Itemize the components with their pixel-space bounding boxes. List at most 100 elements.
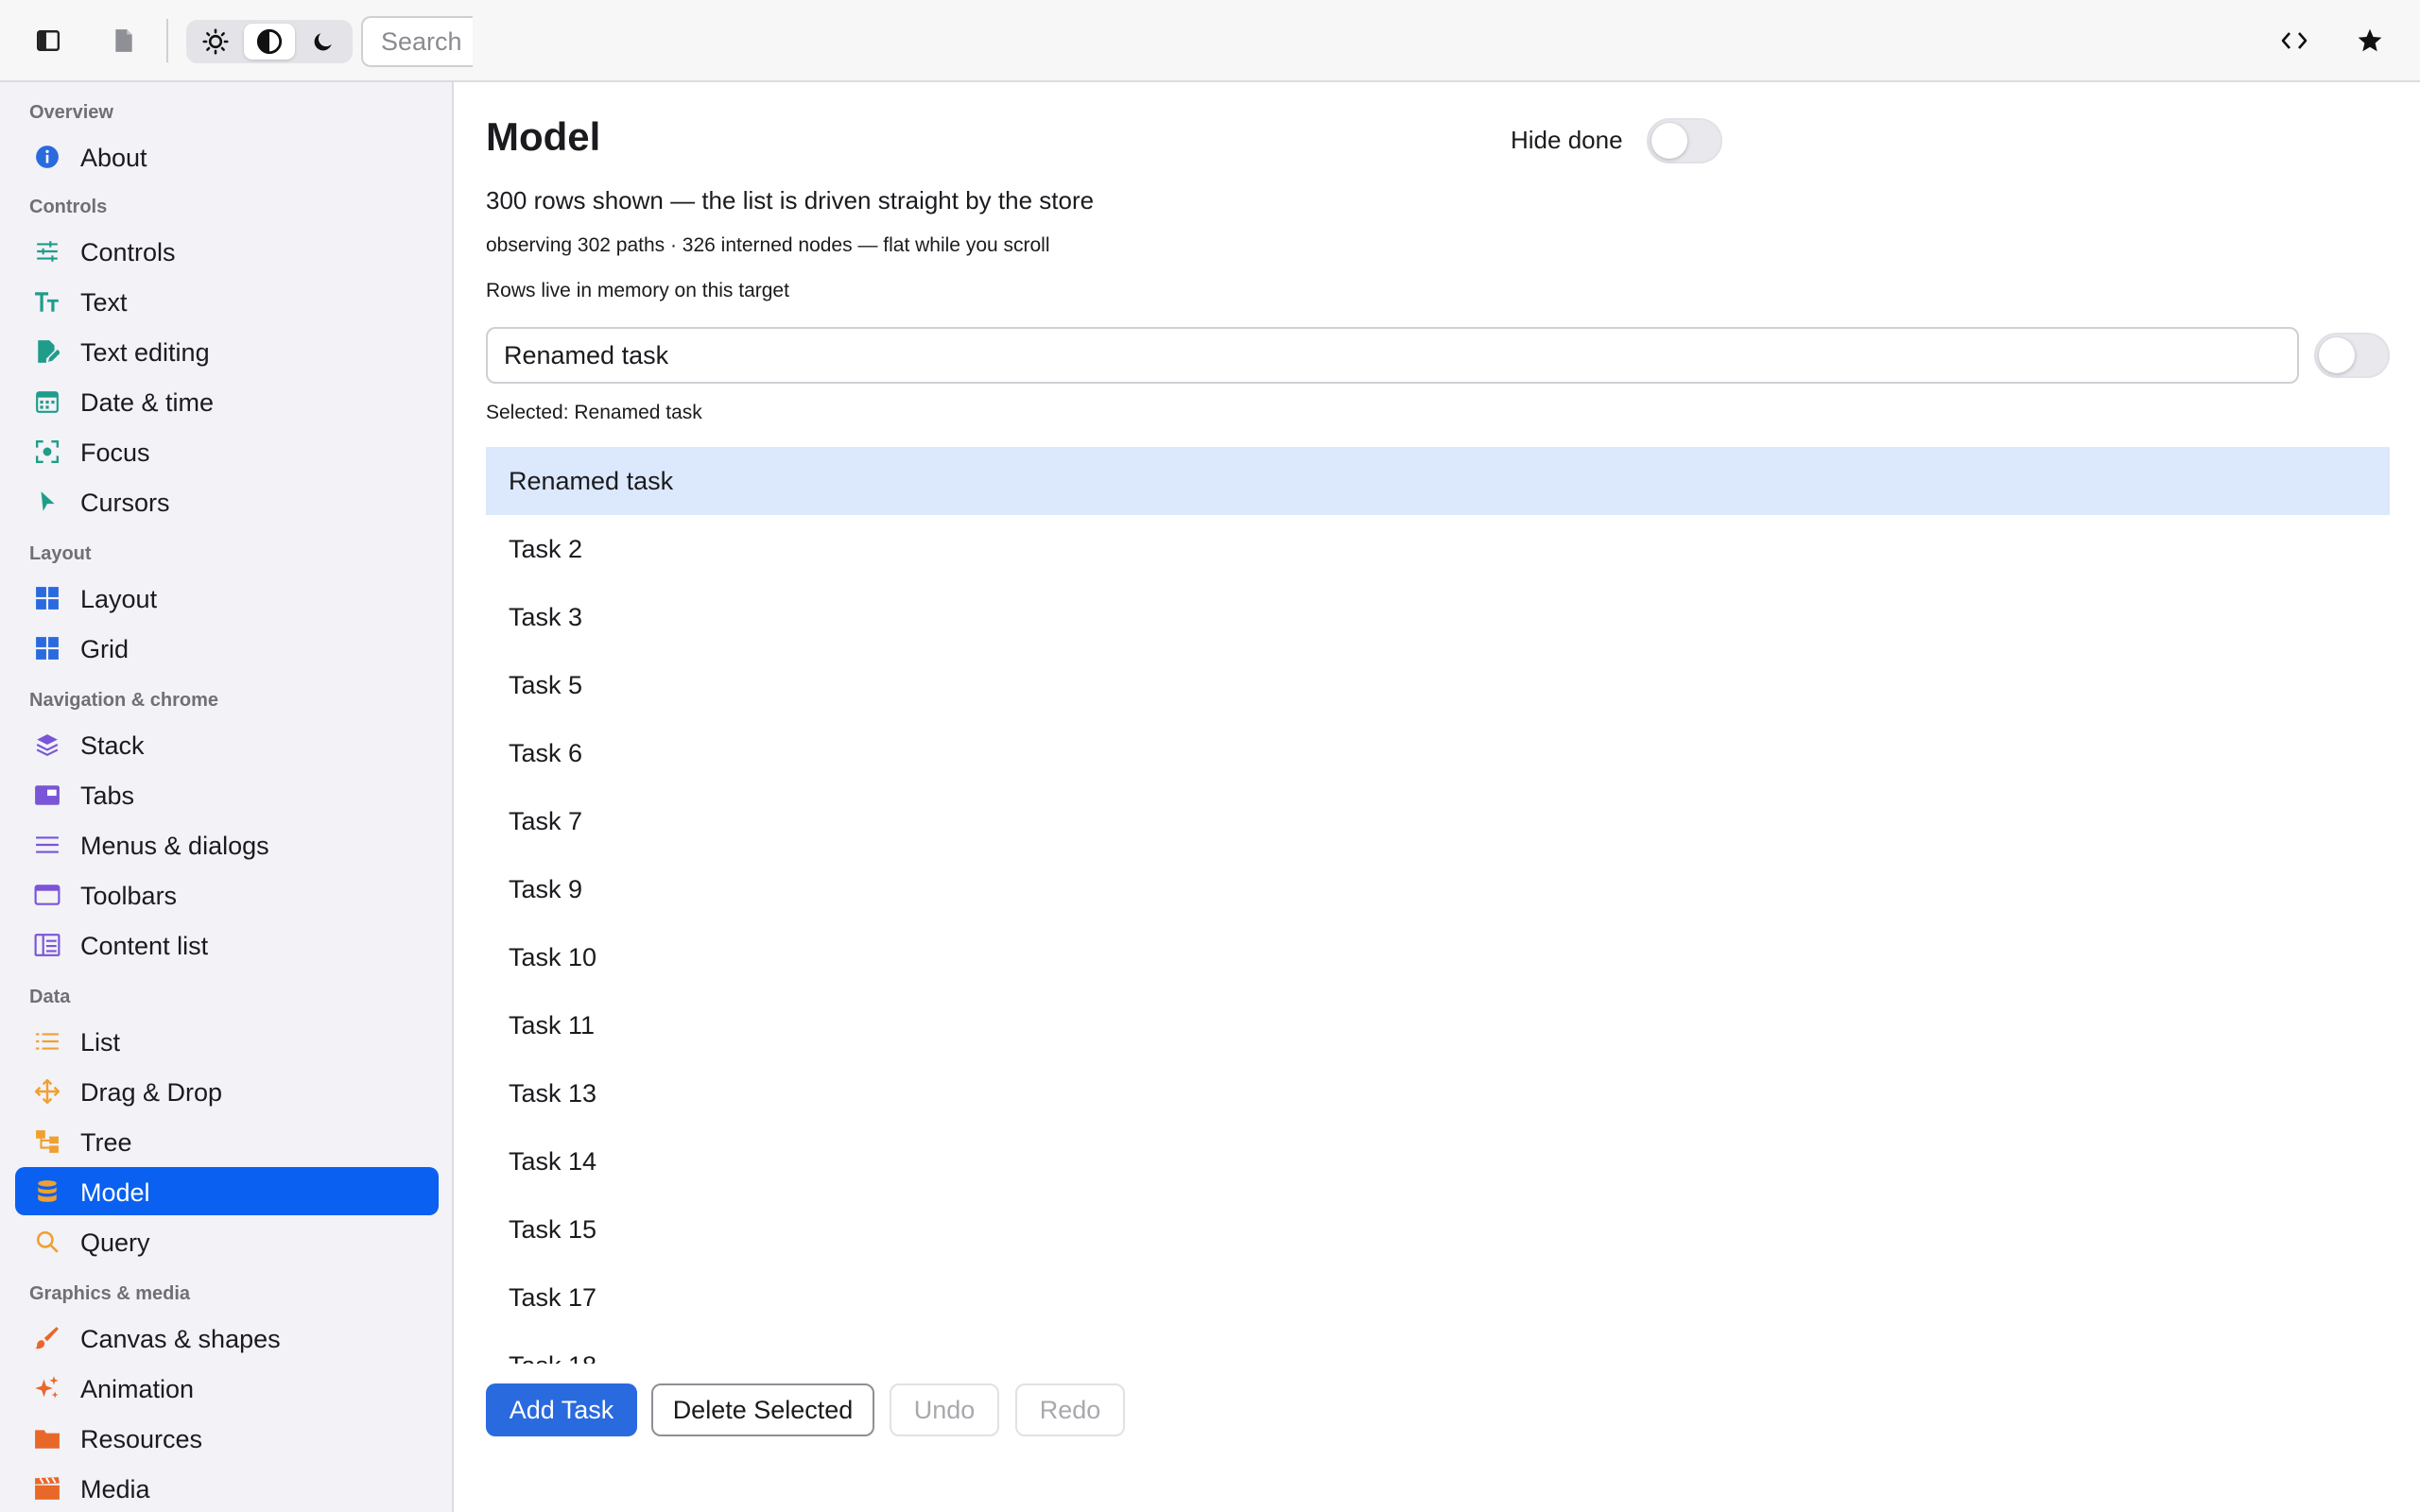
list-item[interactable]: Task 5 [486, 651, 2390, 719]
sidebar-item-label: Stack [80, 731, 145, 760]
contrast-icon [256, 28, 283, 55]
undo-button[interactable]: Undo [890, 1383, 999, 1436]
cursor-icon [34, 489, 60, 515]
sidebar: Overview About Controls Controls Text Te… [0, 82, 454, 1512]
sidebar-item-label: Animation [80, 1375, 195, 1403]
main-content: Model Hide done 300 rows shown — the lis… [456, 82, 2420, 1512]
redo-button[interactable]: Redo [1015, 1383, 1125, 1436]
sidebar-item-model[interactable]: Model [15, 1167, 439, 1215]
sidebar-item-query[interactable]: Query [15, 1217, 439, 1265]
task-list[interactable]: Renamed task Task 2 Task 3 Task 5 Task 6… [486, 447, 2390, 1364]
section-navigation-chrome: Navigation & chrome [29, 690, 219, 711]
sparkles-icon [34, 1375, 60, 1401]
sidebar-item-date-time[interactable]: Date & time [15, 377, 439, 425]
sidebar-item-cursors[interactable]: Cursors [15, 477, 439, 525]
sidebar-item-label: Query [80, 1228, 150, 1257]
list-item[interactable]: Task 9 [486, 855, 2390, 923]
tabs-icon [34, 782, 60, 808]
sidebar-item-label: Grid [80, 635, 130, 663]
calendar-icon [34, 388, 60, 415]
favorite-button[interactable] [2342, 13, 2397, 68]
theme-auto-button[interactable] [244, 24, 295, 60]
list-item[interactable]: Task 15 [486, 1195, 2390, 1263]
list-item[interactable]: Task 2 [486, 515, 2390, 583]
hide-done-label: Hide done [1511, 126, 1623, 154]
sidebar-item-resources[interactable]: Resources [15, 1414, 439, 1462]
theme-switcher [186, 20, 353, 63]
sidebar-item-about[interactable]: About [15, 132, 439, 180]
menu-icon [34, 832, 60, 858]
section-layout: Layout [29, 543, 92, 564]
list-item[interactable]: Task 10 [486, 923, 2390, 991]
list-item[interactable]: Task 17 [486, 1263, 2390, 1332]
sidebar-item-label: Layout [80, 585, 158, 613]
document-button[interactable] [96, 13, 151, 68]
add-task-button[interactable]: Add Task [486, 1383, 637, 1436]
list-item[interactable]: Task 18 [486, 1332, 2390, 1365]
list-item[interactable]: Task 6 [486, 719, 2390, 787]
sidebar-item-menus-dialogs[interactable]: Menus & dialogs [15, 820, 439, 868]
section-data: Data [29, 987, 71, 1007]
task-done-toggle[interactable] [2314, 333, 2390, 378]
sidebar-item-label: Tree [80, 1128, 132, 1157]
section-overview: Overview [29, 102, 113, 123]
sidebar-item-label: List [80, 1028, 121, 1057]
view-source-button[interactable] [2267, 13, 2322, 68]
sidebar-item-drag-drop[interactable]: Drag & Drop [15, 1067, 439, 1115]
sidebar-item-focus[interactable]: Focus [15, 427, 439, 475]
list-item[interactable]: Renamed task [486, 447, 2390, 515]
sidebar-item-label: Focus [80, 438, 150, 467]
delete-selected-button[interactable]: Delete Selected [651, 1383, 874, 1436]
sidebar-item-content-list[interactable]: Content list [15, 920, 439, 969]
info-icon [34, 144, 60, 170]
columns-icon [34, 932, 60, 958]
sidebar-item-label: Media [80, 1475, 150, 1503]
code-icon [2281, 32, 2308, 49]
sidebar-item-label: Text [80, 288, 128, 317]
sidebar-item-toolbars[interactable]: Toolbars [15, 870, 439, 919]
sidebar-item-label: Text editing [80, 338, 210, 367]
rows-summary: 300 rows shown — the list is driven stra… [486, 186, 1095, 215]
grid-icon [34, 635, 60, 662]
edit-document-icon [34, 338, 60, 365]
sidebar-item-label: About [80, 144, 147, 172]
task-name-input[interactable] [486, 327, 2299, 384]
search-input[interactable] [361, 16, 473, 67]
sidebar-item-stack[interactable]: Stack [15, 720, 439, 768]
sidebar-item-list[interactable]: List [15, 1017, 439, 1065]
clapper-icon [34, 1475, 60, 1502]
star-icon [2358, 28, 2382, 52]
layout-grid-icon [34, 585, 60, 611]
sidebar-item-label: Cursors [80, 489, 170, 517]
focus-icon [34, 438, 60, 465]
sidebar-item-tree[interactable]: Tree [15, 1117, 439, 1165]
sidebar-item-tabs[interactable]: Tabs [15, 770, 439, 818]
sidebar-item-text[interactable]: Text [15, 277, 439, 325]
list-icon [34, 1028, 60, 1055]
theme-light-button[interactable] [190, 24, 241, 60]
list-item[interactable]: Task 11 [486, 991, 2390, 1059]
folder-icon [34, 1425, 60, 1452]
list-item[interactable]: Task 13 [486, 1059, 2390, 1127]
brush-icon [34, 1325, 60, 1351]
sidebar-item-layout[interactable]: Layout [15, 574, 439, 622]
document-icon [115, 29, 132, 52]
sidebar-item-canvas-shapes[interactable]: Canvas & shapes [15, 1314, 439, 1362]
hide-done-toggle[interactable] [1647, 118, 1722, 163]
list-item[interactable]: Task 14 [486, 1127, 2390, 1195]
sidebar-item-media[interactable]: Media [15, 1464, 439, 1512]
sidebar-item-animation[interactable]: Animation [15, 1364, 439, 1412]
sidebar-toggle-button[interactable] [21, 13, 76, 68]
sidebar-item-text-editing[interactable]: Text editing [15, 327, 439, 375]
sidebar-item-controls[interactable]: Controls [15, 227, 439, 275]
sidebar-item-label: Controls [80, 238, 176, 266]
list-item[interactable]: Task 3 [486, 583, 2390, 651]
list-item[interactable]: Task 7 [486, 787, 2390, 855]
sliders-icon [34, 238, 60, 265]
sidebar-item-grid[interactable]: Grid [15, 624, 439, 672]
text-size-icon [34, 288, 60, 315]
sidebar-item-label: Content list [80, 932, 209, 960]
observing-stats: observing 302 paths · 326 interned nodes… [486, 234, 1050, 256]
move-icon [34, 1078, 60, 1105]
theme-dark-button[interactable] [298, 24, 349, 60]
